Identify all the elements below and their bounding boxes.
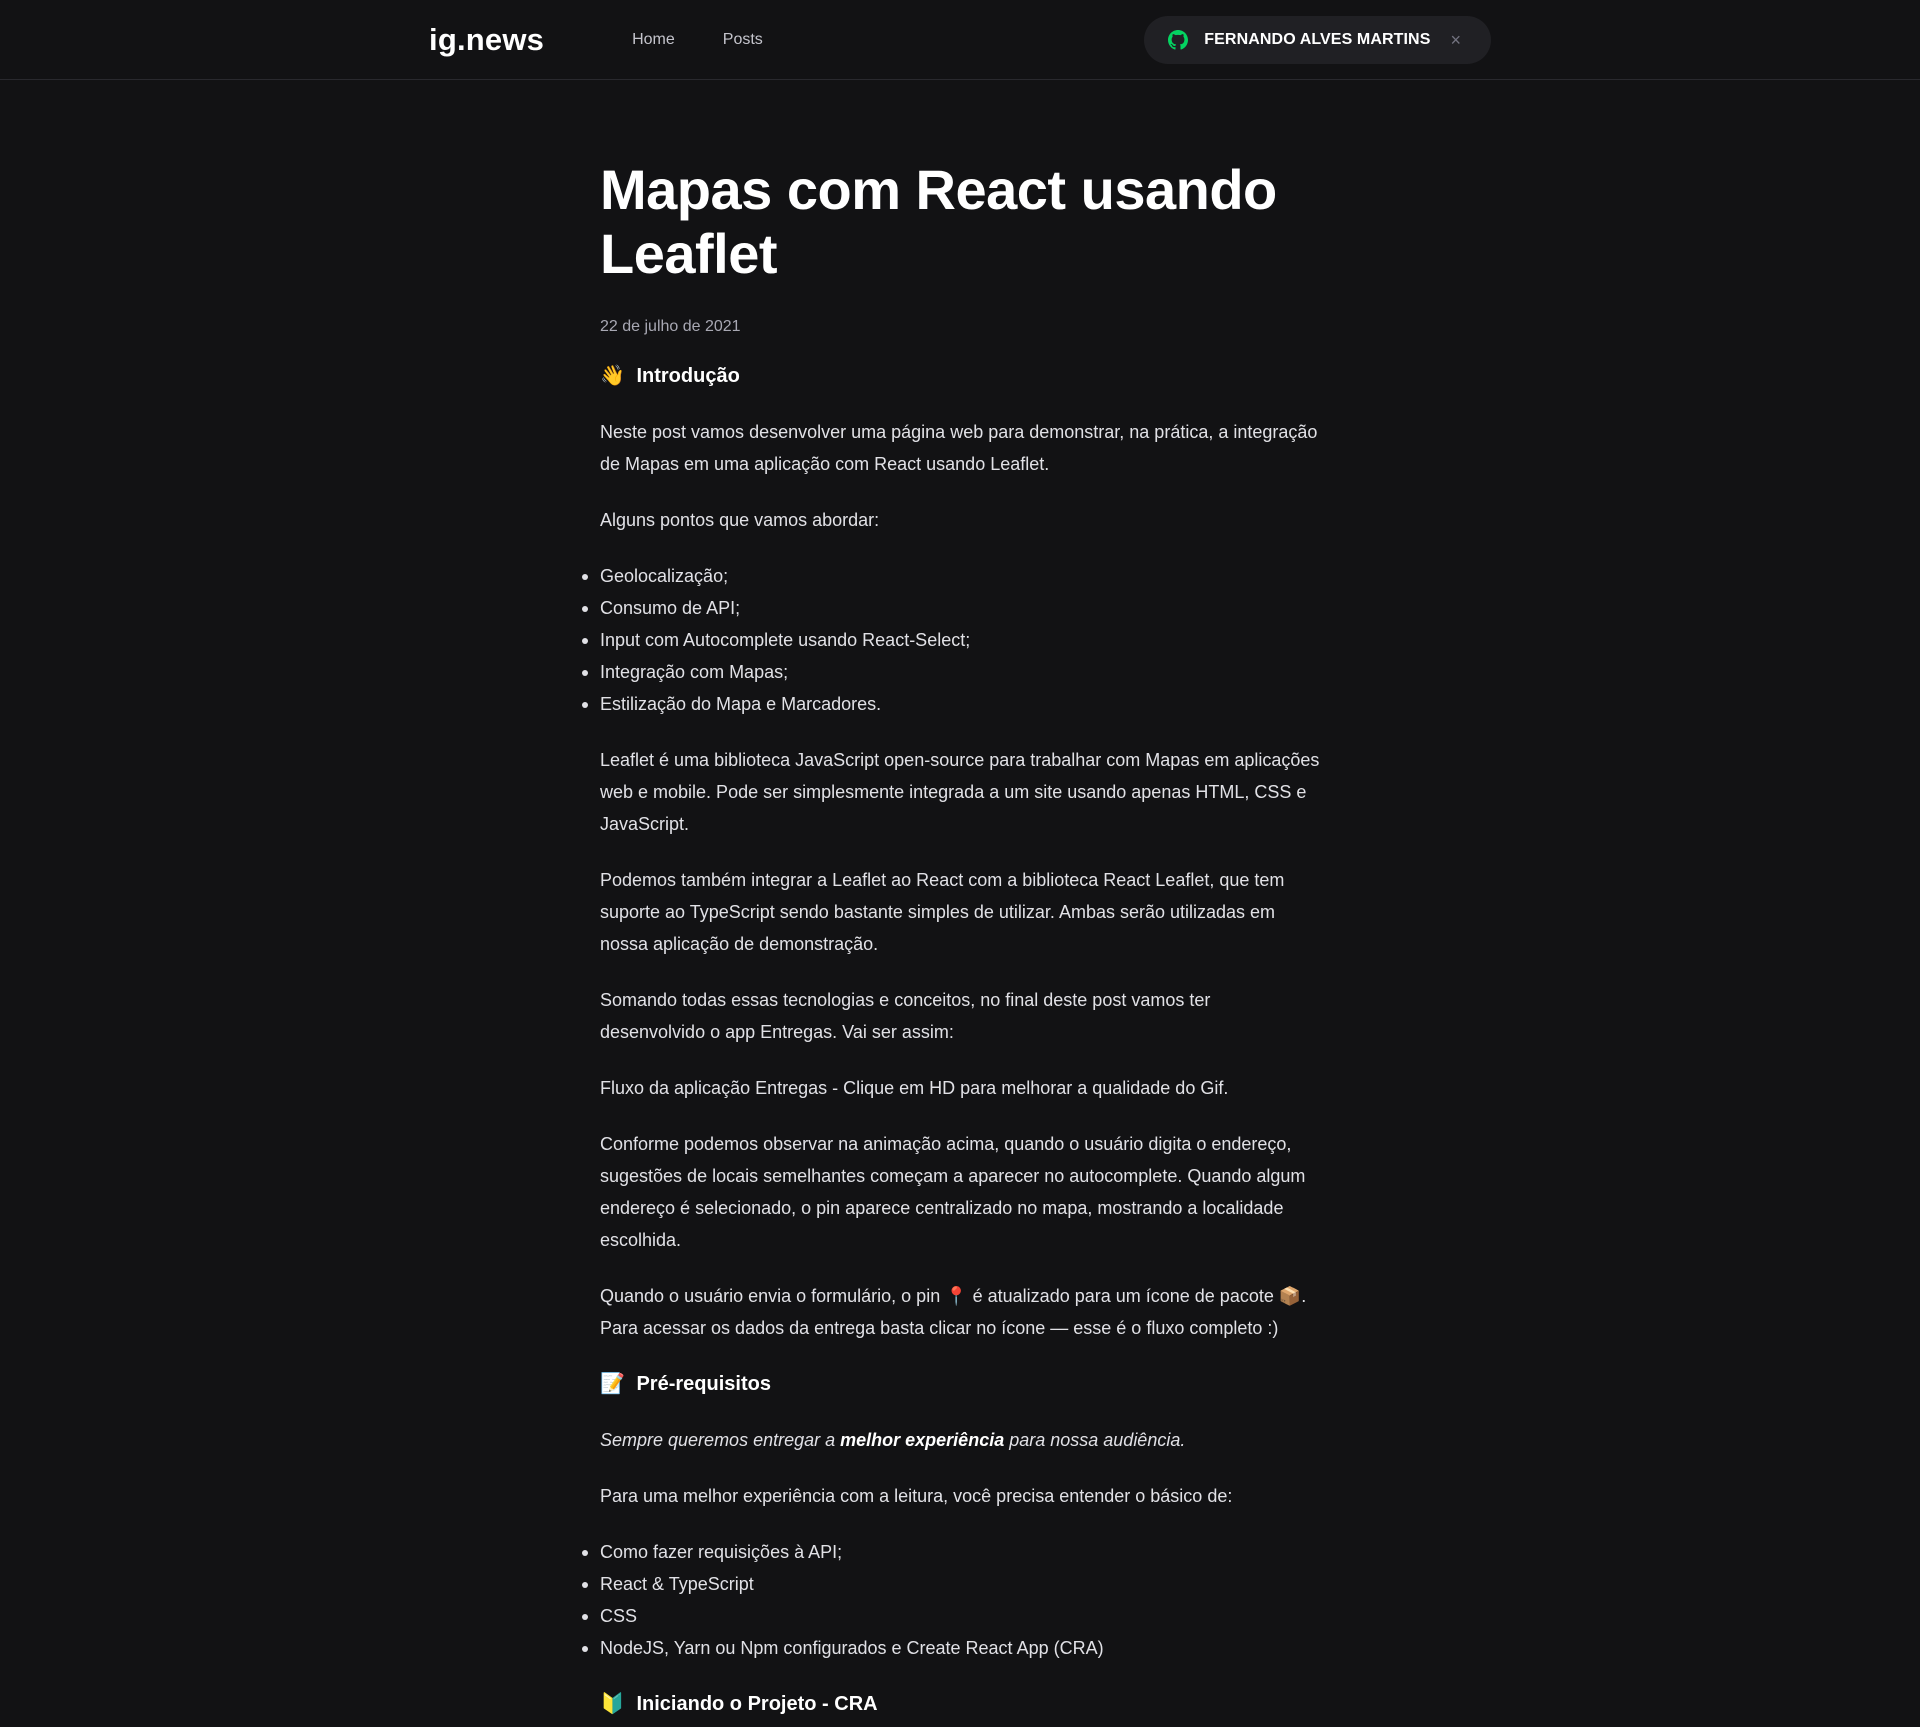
- text-span: Quando o usuário envia o formulário, o p…: [600, 1286, 946, 1306]
- list-item: Input com Autocomplete usando React-Sele…: [582, 624, 1320, 656]
- paragraph: Neste post vamos desenvolver uma página …: [600, 422, 1318, 474]
- paragraph: Somando todas essas tecnologias e concei…: [600, 990, 1211, 1042]
- list-item: Consumo de API;: [582, 592, 1320, 624]
- nav-link-posts[interactable]: Posts: [723, 0, 763, 80]
- list-item: Como fazer requisições à API;: [582, 1536, 1320, 1568]
- gif-caption: Fluxo da aplicação Entregas - Clique em …: [600, 1078, 1229, 1098]
- paragraph: Conforme podemos observar na animação ac…: [600, 1134, 1306, 1250]
- list-item: CSS: [582, 1600, 1320, 1632]
- text-span: para nossa audiência.: [1004, 1430, 1186, 1450]
- paragraph: Alguns pontos que vamos abordar:: [600, 510, 880, 530]
- list-item: Integração com Mapas;: [582, 656, 1320, 688]
- memo-icon: 📝: [600, 1373, 625, 1395]
- nav-link-home[interactable]: Home: [632, 0, 675, 80]
- pin-icon: 📍: [945, 1286, 968, 1306]
- paragraph: Quando o usuário envia o formulário, o p…: [600, 1280, 1320, 1344]
- quote-italic: Sempre queremos entregar a melhor experi…: [600, 1430, 1185, 1450]
- package-icon: 📦: [1278, 1286, 1302, 1306]
- post-container: Mapas com React usando Leaflet 22 de jul…: [582, 80, 1320, 1720]
- github-icon: [1168, 30, 1189, 50]
- quote-emphasis: melhor experiência: [840, 1430, 1005, 1450]
- waving-hand-icon: 👋: [600, 365, 625, 387]
- main-nav: Home Posts: [632, 0, 811, 80]
- section-heading-text: Pré-requisitos: [636, 1373, 771, 1395]
- section-heading-introducao: 👋 Introdução: [600, 360, 1320, 392]
- post-article: Mapas com React usando Leaflet 22 de jul…: [582, 158, 1320, 1720]
- post-content: 👋 Introdução Neste post vamos desenvolve…: [582, 360, 1320, 1720]
- section-heading-text: Iniciando o Projeto - CRA: [636, 1693, 878, 1715]
- list-item: Geolocalização;: [582, 560, 1320, 592]
- signout-close-icon[interactable]: ×: [1450, 31, 1461, 49]
- text-span: é atualizado para um ícone de pacote: [967, 1286, 1279, 1306]
- post-title: Mapas com React usando Leaflet: [600, 158, 1277, 285]
- signin-username: FERNANDO ALVES MARTINS: [1204, 31, 1431, 48]
- signin-button[interactable]: FERNANDO ALVES MARTINS ×: [1144, 16, 1491, 64]
- list-item: Estilização do Mapa e Marcadores.: [582, 688, 1320, 720]
- section-heading-text: Introdução: [636, 365, 740, 387]
- paragraph: Leaflet é uma biblioteca JavaScript open…: [600, 750, 1320, 834]
- section-heading-prerequisitos: 📝 Pré-requisitos: [600, 1368, 1320, 1400]
- section-heading-iniciando-projeto: 🔰 Iniciando o Projeto - CRA: [600, 1688, 1320, 1720]
- paragraph: Podemos também integrar a Leaflet ao Rea…: [600, 870, 1285, 954]
- paragraph: Para uma melhor experiência com a leitur…: [600, 1486, 1233, 1506]
- header-container: ig.news Home Posts FERNANDO ALVES MARTIN…: [429, 0, 1491, 80]
- site-header: ig.news Home Posts FERNANDO ALVES MARTIN…: [0, 0, 1920, 80]
- topics-list: Geolocalização; Consumo de API; Input co…: [582, 560, 1320, 720]
- prerequisites-list: Como fazer requisições à API; React & Ty…: [582, 1536, 1320, 1664]
- post-date: 22 de julho de 2021: [600, 318, 741, 335]
- list-item: React & TypeScript: [582, 1568, 1320, 1600]
- text-span: Sempre queremos entregar a: [600, 1430, 841, 1450]
- list-item: NodeJS, Yarn ou Npm configurados e Creat…: [582, 1632, 1320, 1664]
- quote-paragraph: Sempre queremos entregar a melhor experi…: [600, 1424, 1320, 1456]
- site-logo[interactable]: ig.news: [429, 22, 544, 58]
- beginner-icon: 🔰: [600, 1693, 625, 1715]
